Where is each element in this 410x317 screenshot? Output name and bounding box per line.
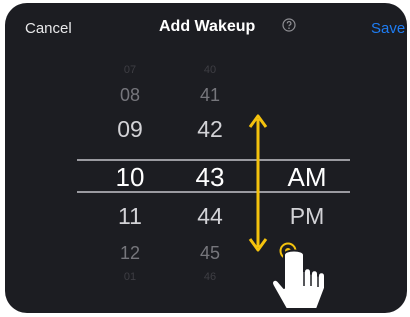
- gesture-overlay: [248, 114, 326, 310]
- double-arrow-vertical-icon: [248, 114, 268, 252]
- pointing-hand-icon: [271, 242, 326, 310]
- add-wakeup-screen: Cancel Add Wakeup Save 07 08 09 10 11 12…: [5, 3, 407, 313]
